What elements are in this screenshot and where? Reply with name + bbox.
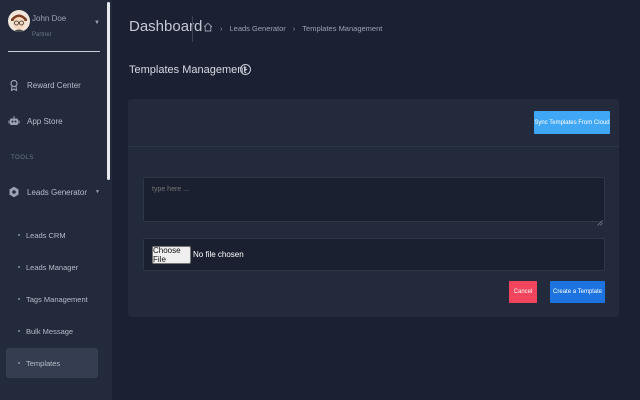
resize-handle-icon[interactable] (597, 213, 603, 226)
sidebar-subitem-templates[interactable]: Templates (18, 356, 60, 370)
sidebar-subitem-label: Tags Management (26, 294, 88, 304)
user-name: John Doe (32, 14, 67, 23)
choose-file-button[interactable]: Choose File (152, 246, 191, 264)
sidebar-subitem-label: Leads CRM (26, 230, 66, 240)
sidebar (0, 0, 112, 400)
breadcrumb: › Leads Generator › Templates Management (203, 22, 382, 34)
breadcrumb-item: Templates Management (302, 23, 383, 33)
gear-icon (8, 186, 20, 198)
sidebar-item-label: Leads Generator (27, 187, 88, 197)
user-profile[interactable]: John Doe Partner ▼ (8, 8, 100, 52)
chevron-right-icon: › (292, 23, 296, 33)
bullet-icon (18, 298, 20, 300)
header-divider (192, 16, 193, 42)
user-role: Partner (32, 32, 52, 38)
play-icon[interactable] (240, 64, 251, 75)
sidebar-item-label: App Store (27, 116, 63, 126)
sidebar-subitem-bulk-message[interactable]: Bulk Message (18, 324, 73, 338)
section-title-tools: TOOLS (11, 155, 34, 161)
card-divider (128, 146, 619, 147)
bullet-icon (18, 362, 20, 364)
section-heading: Templates Management (129, 64, 247, 76)
breadcrumb-item[interactable]: Leads Generator (230, 24, 286, 33)
sidebar-item-leads-generator[interactable]: Leads Generator ▼ (8, 184, 100, 200)
sidebar-subitem-label: Bulk Message (26, 326, 74, 336)
sidebar-subitem-tags-management[interactable]: Tags Management (18, 292, 88, 306)
bullet-icon (18, 330, 20, 332)
sync-templates-button[interactable]: Sync Templates From Cloud (534, 111, 610, 134)
sidebar-item-label: Reward Center (27, 80, 81, 90)
home-icon[interactable] (203, 22, 213, 34)
award-icon (8, 79, 20, 92)
sidebar-subitem-leads-manager[interactable]: Leads Manager (18, 260, 78, 274)
sidebar-subitem-label: Leads Manager (26, 262, 79, 272)
bullet-icon (18, 234, 20, 236)
create-template-button[interactable]: Create a Template (550, 281, 605, 303)
chevron-right-icon: › (220, 23, 223, 33)
robot-icon (8, 115, 20, 127)
sidebar-item-reward-center[interactable]: Reward Center (8, 77, 81, 93)
sidebar-scrollbar[interactable] (107, 2, 110, 180)
template-textarea[interactable] (143, 177, 605, 222)
sidebar-item-app-store[interactable]: App Store (8, 113, 63, 129)
sidebar-subitem-label: Templates (26, 358, 61, 368)
caret-down-icon[interactable]: ▼ (94, 20, 100, 26)
avatar (8, 10, 30, 32)
caret-down-icon: ▼ (95, 189, 100, 195)
bullet-icon (18, 266, 20, 268)
sidebar-subitem-leads-crm[interactable]: Leads CRM (18, 228, 66, 242)
cancel-button[interactable]: Cancel (509, 281, 537, 303)
file-status-text: No file chosen (193, 250, 244, 259)
